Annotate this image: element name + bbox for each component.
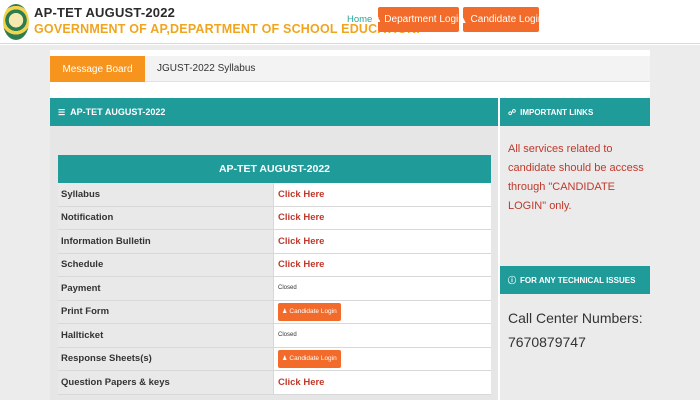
important-links-heading: ☍ IMPORTANT LINKS [500,98,650,126]
graduation-cap-icon: ▲ [458,14,468,25]
message-board-label: Message Board [50,56,145,82]
row-value-cell: Closed [274,324,491,347]
user-icon: ♟ [282,309,288,316]
row-value-cell: Click Here [274,371,491,394]
call-center-number: 7670879747 [508,334,586,350]
row-label: Syllabus [58,183,274,206]
info-icon: ⓘ [508,275,516,285]
site-header: AP-TET AUGUST-2022 GOVERNMENT OF AP,DEPA… [0,0,700,44]
candidate-login-button[interactable]: ▲ Candidate Login [459,7,543,32]
services-table: AP-TET AUGUST-2022 Syllabus Click Here Not… [58,155,491,395]
row-value-cell: ♟ Candidate Login [274,347,491,370]
row-value-cell: Click Here [274,206,491,229]
candidate-login-mini-label: Candidate Login [289,355,337,363]
row-value-cell: ♟ Candidate Login [274,300,491,323]
site-title: AP-TET AUGUST-2022 [34,5,176,20]
sidebar: ☍ IMPORTANT LINKS All services related t… [500,98,650,400]
candidate-login-mini-label: Candidate Login [289,308,337,316]
candidate-notice: All services related to candidate should… [508,143,644,212]
table-row: Payment Closed [58,277,491,301]
technical-issues-label: FOR ANY TECHNICAL ISSUES [520,275,636,285]
click-here-link[interactable]: Click Here [278,189,324,200]
message-board: Message Board JGUST-2022 Syllabus [50,56,650,82]
row-label: Hallticket [58,324,274,347]
table-row: Notification Click Here [58,206,491,230]
page: AP-TET AUGUST-2022 GOVERNMENT OF AP,DEPA… [0,0,700,400]
row-value-cell: Click Here [274,183,491,206]
row-value-cell: Click Here [274,230,491,253]
main-panel-heading-label: AP-TET AUGUST-2022 [70,107,166,117]
row-label: Information Bulletin [58,230,274,253]
row-value-cell: Click Here [274,253,491,276]
table-body: Syllabus Click Here Notification Click Here… [58,183,491,395]
click-here-link[interactable]: Click Here [278,377,324,388]
table-title: AP-TET AUGUST-2022 [58,155,491,183]
link-icon: ☍ [508,107,517,117]
click-here-link[interactable]: Click Here [278,259,324,270]
row-label: Response Sheets(s) [58,347,274,370]
table-row: Response Sheets(s) ♟ Candidate Login [58,347,491,371]
status-closed: Closed [278,332,297,339]
click-here-link[interactable]: Click Here [278,236,324,247]
user-icon: ♟ [282,356,288,363]
row-label: Notification [58,206,274,229]
list-icon: ☰ [58,107,66,117]
candidate-login-mini-button[interactable]: ♟ Candidate Login [278,302,341,321]
important-links-label: IMPORTANT LINKS [520,107,594,117]
technical-issues-heading: ⓘ FOR ANY TECHNICAL ISSUES [500,266,650,294]
table-row: Hallticket Closed [58,324,491,348]
main-panel-heading: ☰ AP-TET AUGUST-2022 [50,98,498,126]
click-here-link[interactable]: Click Here [278,212,324,223]
row-label: Question Papers & keys [58,371,274,394]
table-row: Question Papers & keys Click Here [58,371,491,395]
candidate-login-label: Candidate Login [470,14,544,25]
home-link[interactable]: Home [347,14,372,25]
table-row: Information Bulletin Click Here [58,230,491,254]
user-icon: ♟ [373,14,382,24]
main-panel: ☰ AP-TET AUGUST-2022 AP-TET AUGUST-2022 … [50,98,498,400]
table-row: Print Form ♟ Candidate Login [58,300,491,324]
candidate-login-mini-button[interactable]: ♟ Candidate Login [278,349,341,368]
department-login-button[interactable]: ♟ Department Login [373,7,464,32]
table-row: Schedule Click Here [58,253,491,277]
status-closed: Closed [278,285,297,292]
department-login-label: Department Login [384,14,464,25]
call-center-label: Call Center Numbers: [508,310,643,326]
table-row: Syllabus Click Here [58,183,491,207]
row-label: Print Form [58,300,274,323]
row-label: Payment [58,277,274,300]
ap-state-emblem-icon [3,4,29,40]
message-board-ticker[interactable]: JGUST-2022 Syllabus [157,63,255,74]
row-value-cell: Closed [274,277,491,300]
row-label: Schedule [58,253,274,276]
